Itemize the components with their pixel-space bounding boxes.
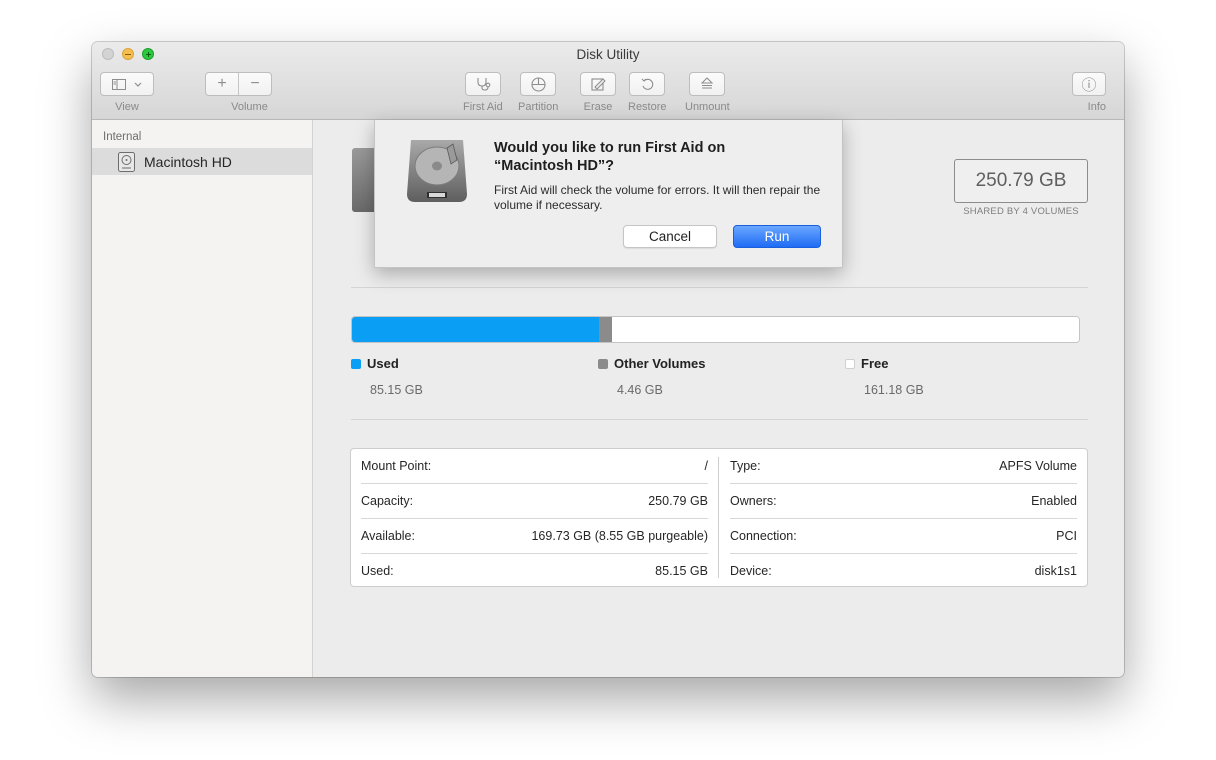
info-value: PCI [1056, 529, 1077, 543]
info-row-connection: Connection: PCI [730, 519, 1077, 554]
eject-icon [701, 77, 714, 89]
info-value: 169.73 GB (8.55 GB purgeable) [531, 529, 708, 543]
first-aid-toolbar-group: First Aid [463, 72, 503, 113]
info-value: Enabled [1031, 494, 1077, 508]
info-value: 250.79 GB [648, 494, 708, 508]
storage-bar-other-volumes [598, 317, 612, 342]
view-label: View [115, 101, 139, 113]
info-row-used: Used: 85.15 GB [361, 553, 708, 586]
legend-other-label: Other Volumes [614, 356, 706, 371]
info-button[interactable]: ⓘ [1072, 72, 1106, 96]
partition-button[interactable] [520, 72, 557, 96]
info-label: Owners: [730, 494, 777, 508]
unmount-button[interactable] [689, 72, 726, 96]
volume-toolbar-group: + − Volume [205, 72, 272, 113]
legend-free-value: 161.18 GB [864, 383, 924, 397]
info-label: Connection: [730, 529, 797, 543]
legend-other-volumes: Other Volumes 4.46 GB [598, 356, 706, 397]
partition-toolbar-group: Partition [518, 72, 558, 113]
storage-bar-used [352, 317, 599, 342]
info-toolbar-group: ⓘ Info [1072, 72, 1106, 113]
info-row-type: Type: APFS Volume [730, 449, 1077, 484]
window-title: Disk Utility [576, 47, 640, 62]
info-row-capacity: Capacity: 250.79 GB [361, 484, 708, 519]
restore-label: Restore [628, 101, 667, 113]
info-label: Capacity: [361, 494, 414, 508]
erase-icon [590, 78, 606, 91]
info-value: / [704, 459, 708, 473]
storage-usage-bar [351, 316, 1080, 343]
first-aid-confirmation-dialog: Would you like to run First Aid on “Maci… [374, 120, 843, 268]
free-swatch [845, 358, 855, 369]
info-label: Info [1087, 101, 1106, 113]
column-divider [718, 457, 719, 578]
erase-label: Erase [583, 101, 613, 113]
sidebar: Internal Macintosh HD [92, 120, 313, 677]
first-aid-label: First Aid [463, 101, 503, 113]
stethoscope-icon [477, 78, 491, 91]
cancel-button[interactable]: Cancel [623, 225, 717, 248]
sidebar-icon [112, 78, 126, 90]
info-label: Type: [730, 459, 761, 473]
restore-icon [641, 78, 654, 90]
info-value: disk1s1 [1034, 563, 1077, 578]
legend-used-value: 85.15 GB [370, 383, 423, 397]
sidebar-item-macintosh-hd[interactable]: Macintosh HD [92, 148, 312, 175]
volume-label: Volume [231, 101, 268, 113]
first-aid-button[interactable] [464, 72, 501, 96]
info-label: Used: [361, 563, 394, 578]
info-row-mount-point: Mount Point: / [361, 449, 708, 484]
erase-button[interactable] [580, 72, 616, 96]
title-bar: Disk Utility View + − Volume First Aid P… [92, 42, 1124, 120]
info-label: Device: [730, 563, 772, 578]
info-column-right: Type: APFS Volume Owners: Enabled Connec… [720, 449, 1087, 586]
hard-drive-icon [407, 140, 467, 202]
restore-button[interactable] [629, 72, 666, 96]
unmount-label: Unmount [685, 101, 730, 113]
legend-free: Free 161.18 GB [845, 356, 924, 397]
view-button[interactable] [100, 72, 154, 96]
volume-capacity-badge: 250.79 GB [954, 159, 1088, 203]
volume-shared-note: SHARED BY 4 VOLUMES [963, 206, 1079, 217]
legend-used-label: Used [367, 356, 399, 371]
other-volumes-swatch [598, 358, 608, 369]
unmount-toolbar-group: Unmount [685, 72, 730, 113]
storage-bar-free [611, 317, 1079, 342]
partition-icon [531, 76, 546, 92]
info-label: Mount Point: [361, 459, 432, 473]
partition-label: Partition [518, 101, 559, 113]
legend-used: Used 85.15 GB [351, 356, 423, 397]
add-volume-button[interactable]: + [206, 75, 238, 93]
internal-disk-icon [118, 151, 135, 172]
used-swatch [351, 358, 361, 369]
sidebar-section-internal: Internal [103, 131, 142, 143]
run-button[interactable]: Run [733, 225, 821, 248]
info-row-available: Available: 169.73 GB (8.55 GB purgeable) [361, 519, 708, 554]
chevron-down-icon [134, 82, 142, 87]
remove-volume-button[interactable]: − [239, 75, 271, 93]
volume-buttons: + − [205, 72, 272, 96]
legend-free-label: Free [861, 356, 889, 371]
info-row-device: Device: disk1s1 [730, 553, 1077, 586]
info-row-owners: Owners: Enabled [730, 484, 1077, 519]
info-column-left: Mount Point: / Capacity: 250.79 GB Avail… [351, 449, 718, 586]
erase-toolbar-group: Erase [580, 72, 616, 113]
sidebar-item-label: Macintosh HD [144, 153, 232, 170]
dialog-title: Would you like to run First Aid on “Maci… [494, 140, 726, 174]
info-value: 85.15 GB [655, 563, 708, 578]
info-label: Available: [361, 529, 415, 543]
info-value: APFS Volume [999, 459, 1077, 473]
divider [351, 419, 1088, 420]
dialog-message: First Aid will check the volume for erro… [494, 183, 821, 212]
volume-info-table: Mount Point: / Capacity: 250.79 GB Avail… [350, 448, 1088, 587]
divider [351, 287, 1088, 288]
view-toolbar-group: View [100, 72, 154, 113]
restore-toolbar-group: Restore [628, 72, 667, 113]
legend-other-value: 4.46 GB [617, 383, 663, 397]
